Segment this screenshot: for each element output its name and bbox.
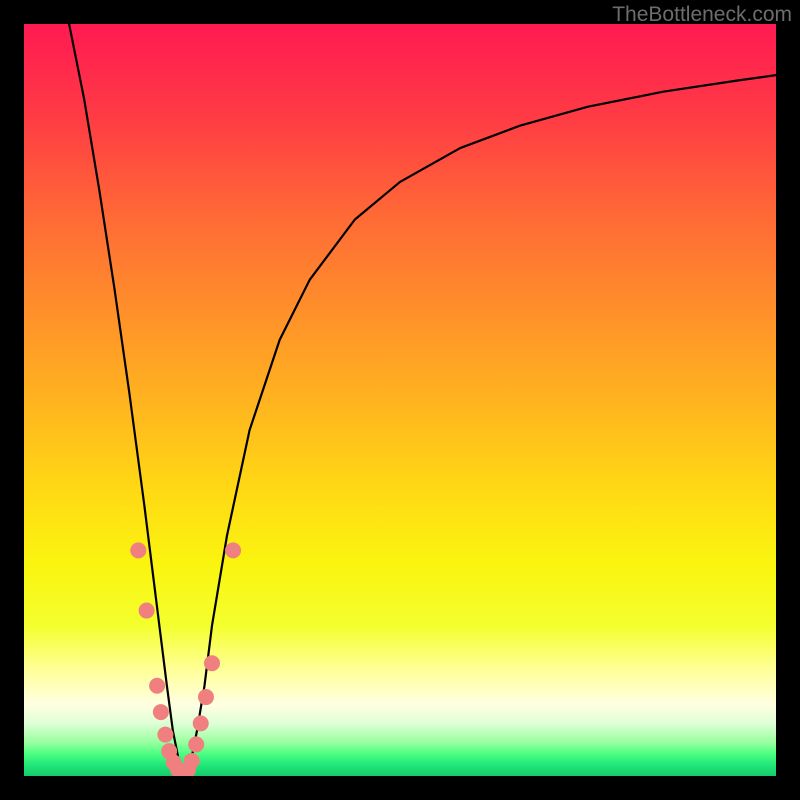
marker-dot — [157, 727, 173, 743]
marker-dot — [153, 704, 169, 720]
chart-frame: TheBottleneck.com — [0, 0, 800, 800]
marker-dot — [149, 678, 165, 694]
marker-dot — [198, 689, 214, 705]
marker-dot — [188, 736, 204, 752]
watermark-text: TheBottleneck.com — [612, 3, 792, 27]
marker-group — [130, 542, 241, 776]
marker-dot — [225, 542, 241, 558]
marker-dot — [193, 715, 209, 731]
bottleneck-curve — [69, 24, 776, 772]
marker-dot — [204, 655, 220, 671]
marker-dot — [184, 753, 200, 769]
chart-svg — [24, 24, 776, 776]
chart-plot-area — [24, 24, 776, 776]
marker-dot — [130, 542, 146, 558]
marker-dot — [139, 603, 155, 619]
